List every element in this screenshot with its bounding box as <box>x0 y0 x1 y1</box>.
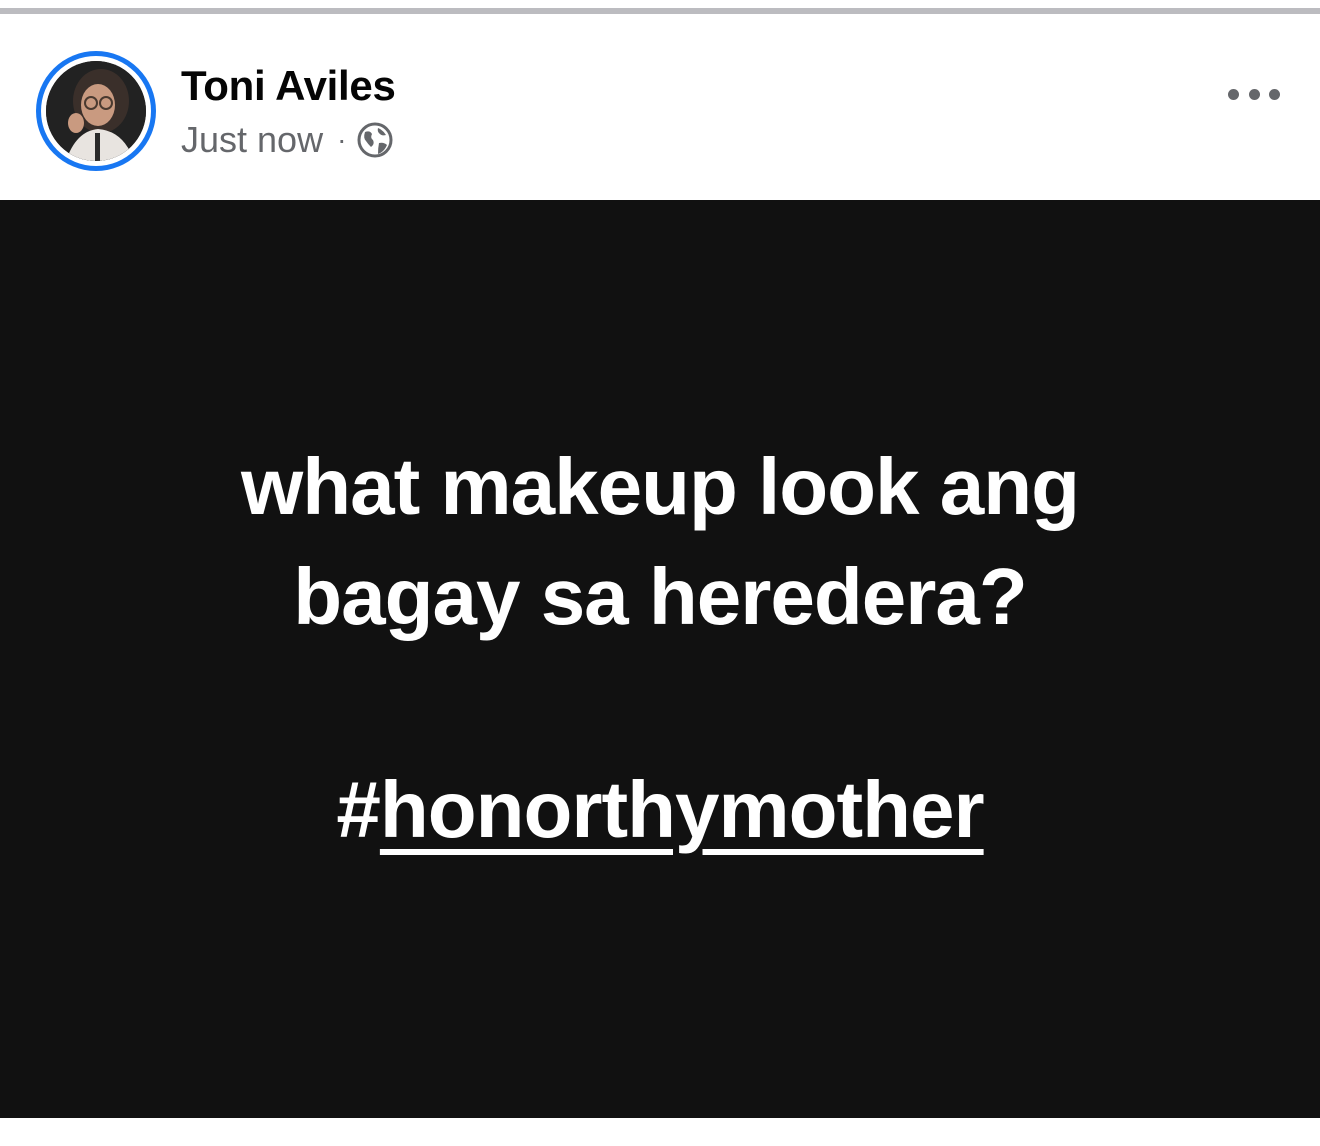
post-text-background: what makeup look ang bagay sa heredera? … <box>0 200 1320 1118</box>
more-options-icon <box>1228 88 1239 100</box>
hashtag: #honorthymother <box>0 755 1320 865</box>
avatar-photo <box>46 61 146 161</box>
post-text: what makeup look ang bagay sa heredera? <box>0 432 1320 652</box>
more-options-icon-dot <box>1269 88 1280 100</box>
post-text-line-2: bagay sa heredera? <box>293 552 1027 641</box>
post-meta: Just now · <box>181 118 394 162</box>
avatar-story-ring[interactable] <box>36 51 156 171</box>
hashtag-link[interactable]: honorthymother <box>380 765 985 854</box>
avatar-border <box>41 56 151 166</box>
post-text-line-1: what makeup look ang <box>241 442 1080 531</box>
timestamp[interactable]: Just now <box>181 119 323 161</box>
more-options-icon-dot <box>1248 88 1260 100</box>
author-name[interactable]: Toni Aviles <box>181 62 396 110</box>
post-header: Toni Aviles Just now · <box>0 14 1320 200</box>
post-bottom-spacer <box>0 1118 1320 1146</box>
meta-separator: · <box>337 124 347 155</box>
hashtag-symbol: # <box>336 765 380 854</box>
more-options-button[interactable] <box>1222 76 1286 112</box>
avatar[interactable] <box>46 61 146 161</box>
globe-icon[interactable] <box>356 121 394 159</box>
